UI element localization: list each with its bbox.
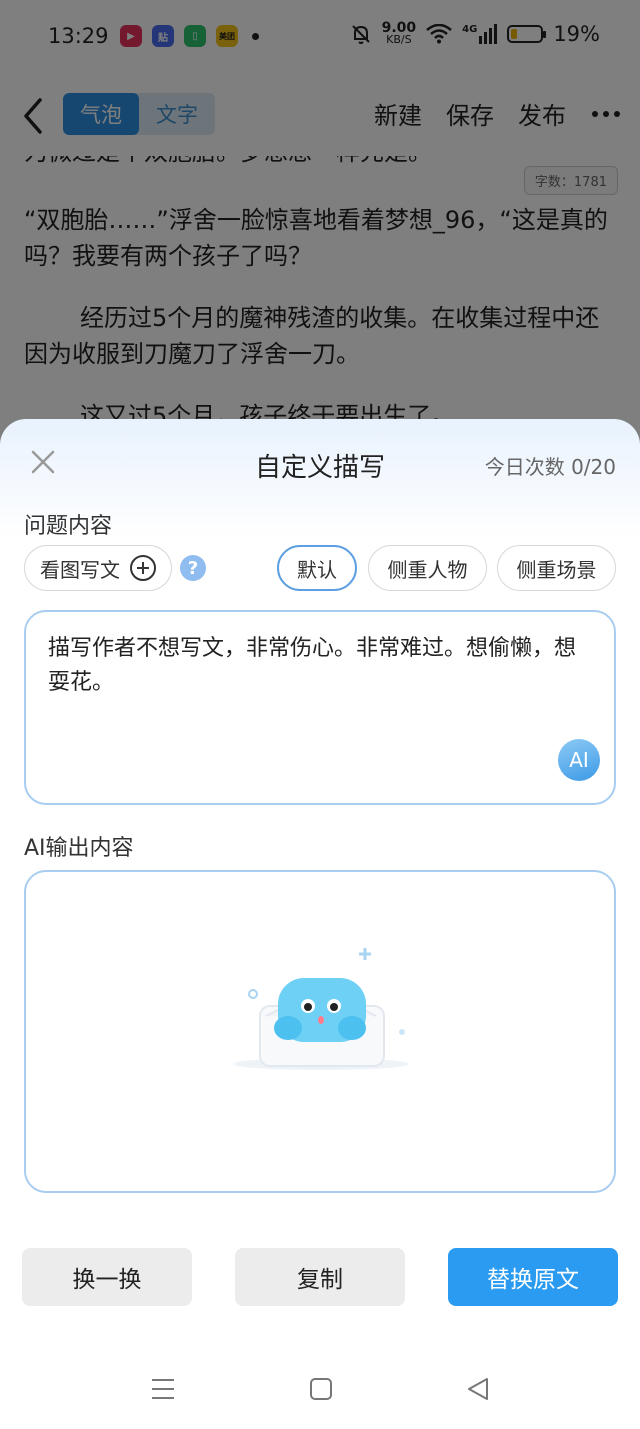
copy-button[interactable]: 复制 bbox=[235, 1248, 405, 1306]
output-label: AI输出内容 bbox=[24, 836, 134, 861]
empty-state-mascot-illustration bbox=[233, 948, 409, 1070]
replace-original-button[interactable]: 替换原文 bbox=[448, 1248, 618, 1306]
home-icon[interactable] bbox=[309, 1377, 333, 1401]
ai-generate-button[interactable]: AI bbox=[558, 739, 600, 781]
prompt-input[interactable]: 描写作者不想写文，非常伤心。非常难过。想偷懒，想耍花。 AI bbox=[24, 610, 616, 805]
help-icon[interactable]: ? bbox=[180, 555, 206, 581]
question-label: 问题内容 bbox=[24, 514, 113, 539]
style-chip-default[interactable]: 默认 bbox=[277, 545, 357, 591]
image-to-text-button[interactable]: 看图写文 bbox=[24, 545, 172, 591]
daily-usage-count: 今日次数 0/20 bbox=[484, 455, 616, 479]
system-nav-bar bbox=[0, 1350, 640, 1429]
style-chip-character[interactable]: 侧重人物 bbox=[368, 545, 487, 591]
plus-icon bbox=[130, 555, 156, 581]
menu-icon[interactable] bbox=[150, 1377, 176, 1401]
prompt-text[interactable]: 描写作者不想写文，非常伤心。非常难过。想偷懒，想耍花。 bbox=[48, 632, 588, 700]
refresh-button[interactable]: 换一换 bbox=[22, 1248, 192, 1306]
back-icon[interactable] bbox=[466, 1377, 490, 1401]
custom-description-sheet: 自定义描写 今日次数 0/20 问题内容 看图写文 ? 默认 侧重人物 侧重场景… bbox=[0, 419, 640, 1350]
image-to-text-label: 看图写文 bbox=[40, 557, 120, 582]
ai-output-area bbox=[24, 870, 616, 1193]
style-chip-scene[interactable]: 侧重场景 bbox=[497, 545, 616, 591]
